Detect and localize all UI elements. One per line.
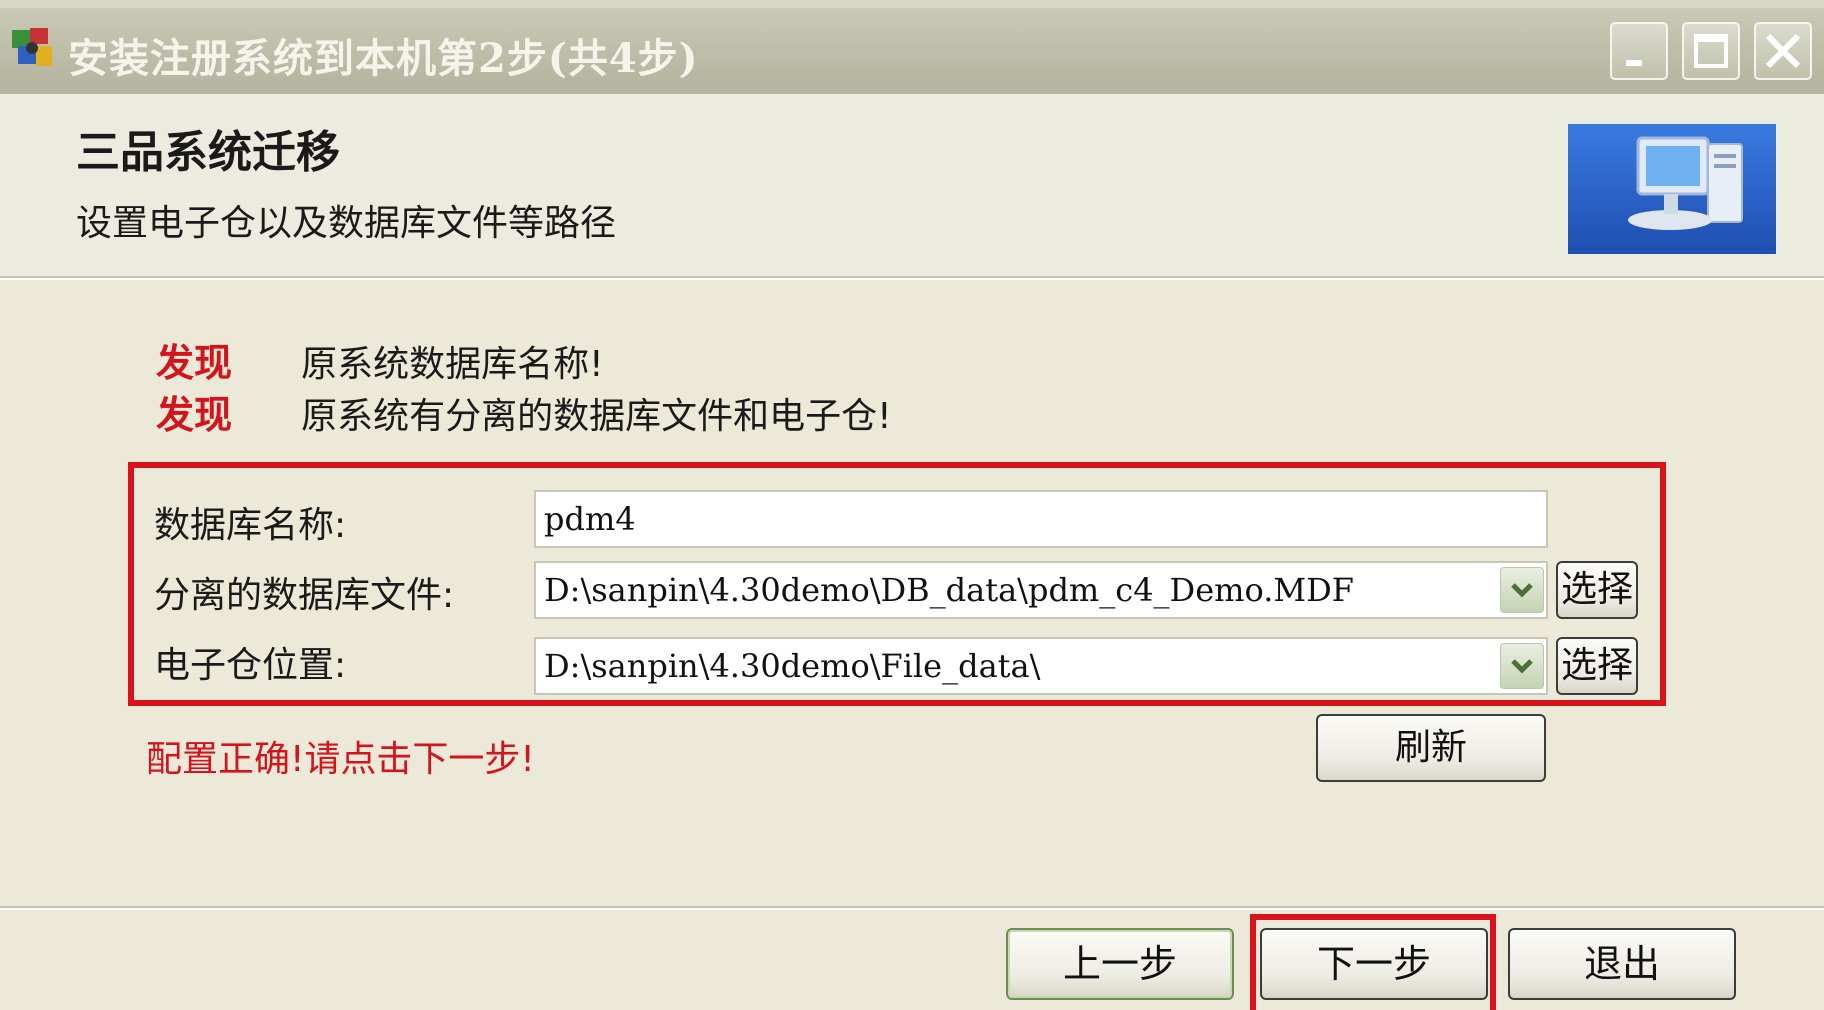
header-divider xyxy=(0,278,1824,280)
next-highlight-box xyxy=(1250,914,1496,1010)
footer-divider-highlight xyxy=(0,908,1824,910)
close-button[interactable] xyxy=(1754,22,1812,80)
minimize-button[interactable] xyxy=(1610,22,1668,80)
page-subtitle: 设置电子仓以及数据库文件等路径 xyxy=(76,203,617,244)
title-bar[interactable]: 安装注册系统到本机第2步(共4步) xyxy=(0,8,1824,94)
prev-step-button[interactable]: 上一步 xyxy=(1006,928,1234,1000)
status-message: 配置正确!请点击下一步! xyxy=(146,739,535,780)
computer-icon xyxy=(1568,124,1776,254)
config-highlight-box xyxy=(128,462,1666,706)
app-icon xyxy=(12,28,52,66)
wizard-header: 三品系统迁移 设置电子仓以及数据库文件等路径 xyxy=(0,94,1824,278)
found-tag: 发现 xyxy=(156,392,233,437)
maximize-icon xyxy=(1694,34,1728,68)
window-title: 安装注册系统到本机第2步(共4步) xyxy=(68,35,699,82)
setup-wizard-window: 安装注册系统到本机第2步(共4步) 三品系统迁移 设置电子仓以及数据库文件等路径 xyxy=(0,0,1824,1010)
message-text: 原系统数据库名称! xyxy=(301,344,604,385)
maximize-button[interactable] xyxy=(1682,22,1740,80)
message-row: 发现 原系统有分离的数据库文件和电子仓! xyxy=(156,384,892,439)
close-icon xyxy=(1765,33,1801,69)
message-text: 原系统有分离的数据库文件和电子仓! xyxy=(301,396,892,437)
message-row: 发现 原系统数据库名称! xyxy=(156,332,604,387)
page-title: 三品系统迁移 xyxy=(76,127,340,178)
minimize-icon xyxy=(1626,60,1642,66)
refresh-button[interactable]: 刷新 xyxy=(1316,714,1546,782)
found-tag: 发现 xyxy=(156,340,233,385)
exit-button[interactable]: 退出 xyxy=(1508,928,1736,1000)
